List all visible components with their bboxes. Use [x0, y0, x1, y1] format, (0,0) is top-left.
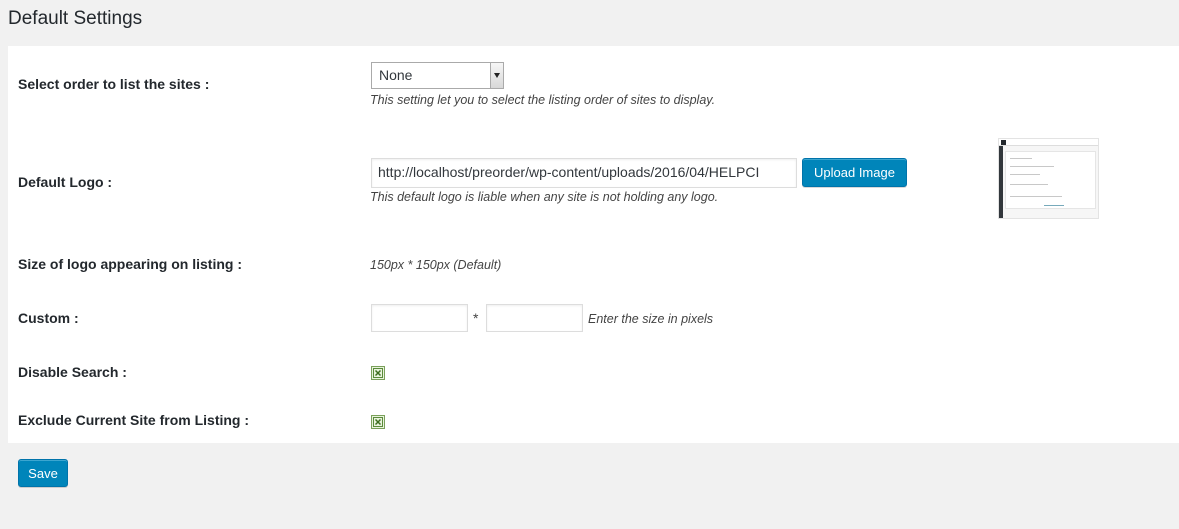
preview-sidebar	[999, 146, 1003, 218]
preview-topbar	[999, 139, 1098, 146]
logo-url-input[interactable]: http://localhost/preorder/wp-content/upl…	[371, 158, 797, 188]
logo-size-label: Size of logo appearing on listing :	[18, 256, 242, 272]
custom-hint: Enter the size in pixels	[588, 312, 714, 326]
custom-width-input[interactable]	[371, 304, 468, 332]
order-select-value: None	[379, 67, 413, 83]
preview-card	[1005, 151, 1096, 209]
logo-preview-image	[998, 138, 1099, 219]
upload-image-button[interactable]: Upload Image	[802, 158, 907, 187]
custom-height-input[interactable]	[486, 304, 583, 332]
disable-search-label: Disable Search :	[18, 364, 127, 380]
size-separator: *	[473, 310, 479, 326]
custom-label: Custom :	[18, 310, 79, 326]
check-x-icon	[373, 417, 383, 427]
page-title: Default Settings	[8, 8, 143, 29]
order-description: This setting let you to select the listi…	[370, 93, 716, 107]
settings-panel: Select order to list the sites : None Th…	[8, 46, 1179, 443]
save-button[interactable]: Save	[18, 459, 68, 487]
disable-search-checkbox[interactable]	[371, 366, 385, 380]
logo-description: This default logo is liable when any sit…	[370, 190, 719, 204]
logo-label: Default Logo :	[18, 174, 113, 190]
chevron-down-icon[interactable]	[490, 63, 503, 88]
exclude-current-label: Exclude Current Site from Listing :	[18, 412, 250, 428]
exclude-current-checkbox[interactable]	[371, 415, 385, 429]
check-x-icon	[373, 368, 383, 378]
logo-size-value: 150px * 150px (Default)	[370, 258, 502, 272]
order-select[interactable]: None	[371, 62, 504, 89]
order-label: Select order to list the sites :	[18, 76, 210, 92]
